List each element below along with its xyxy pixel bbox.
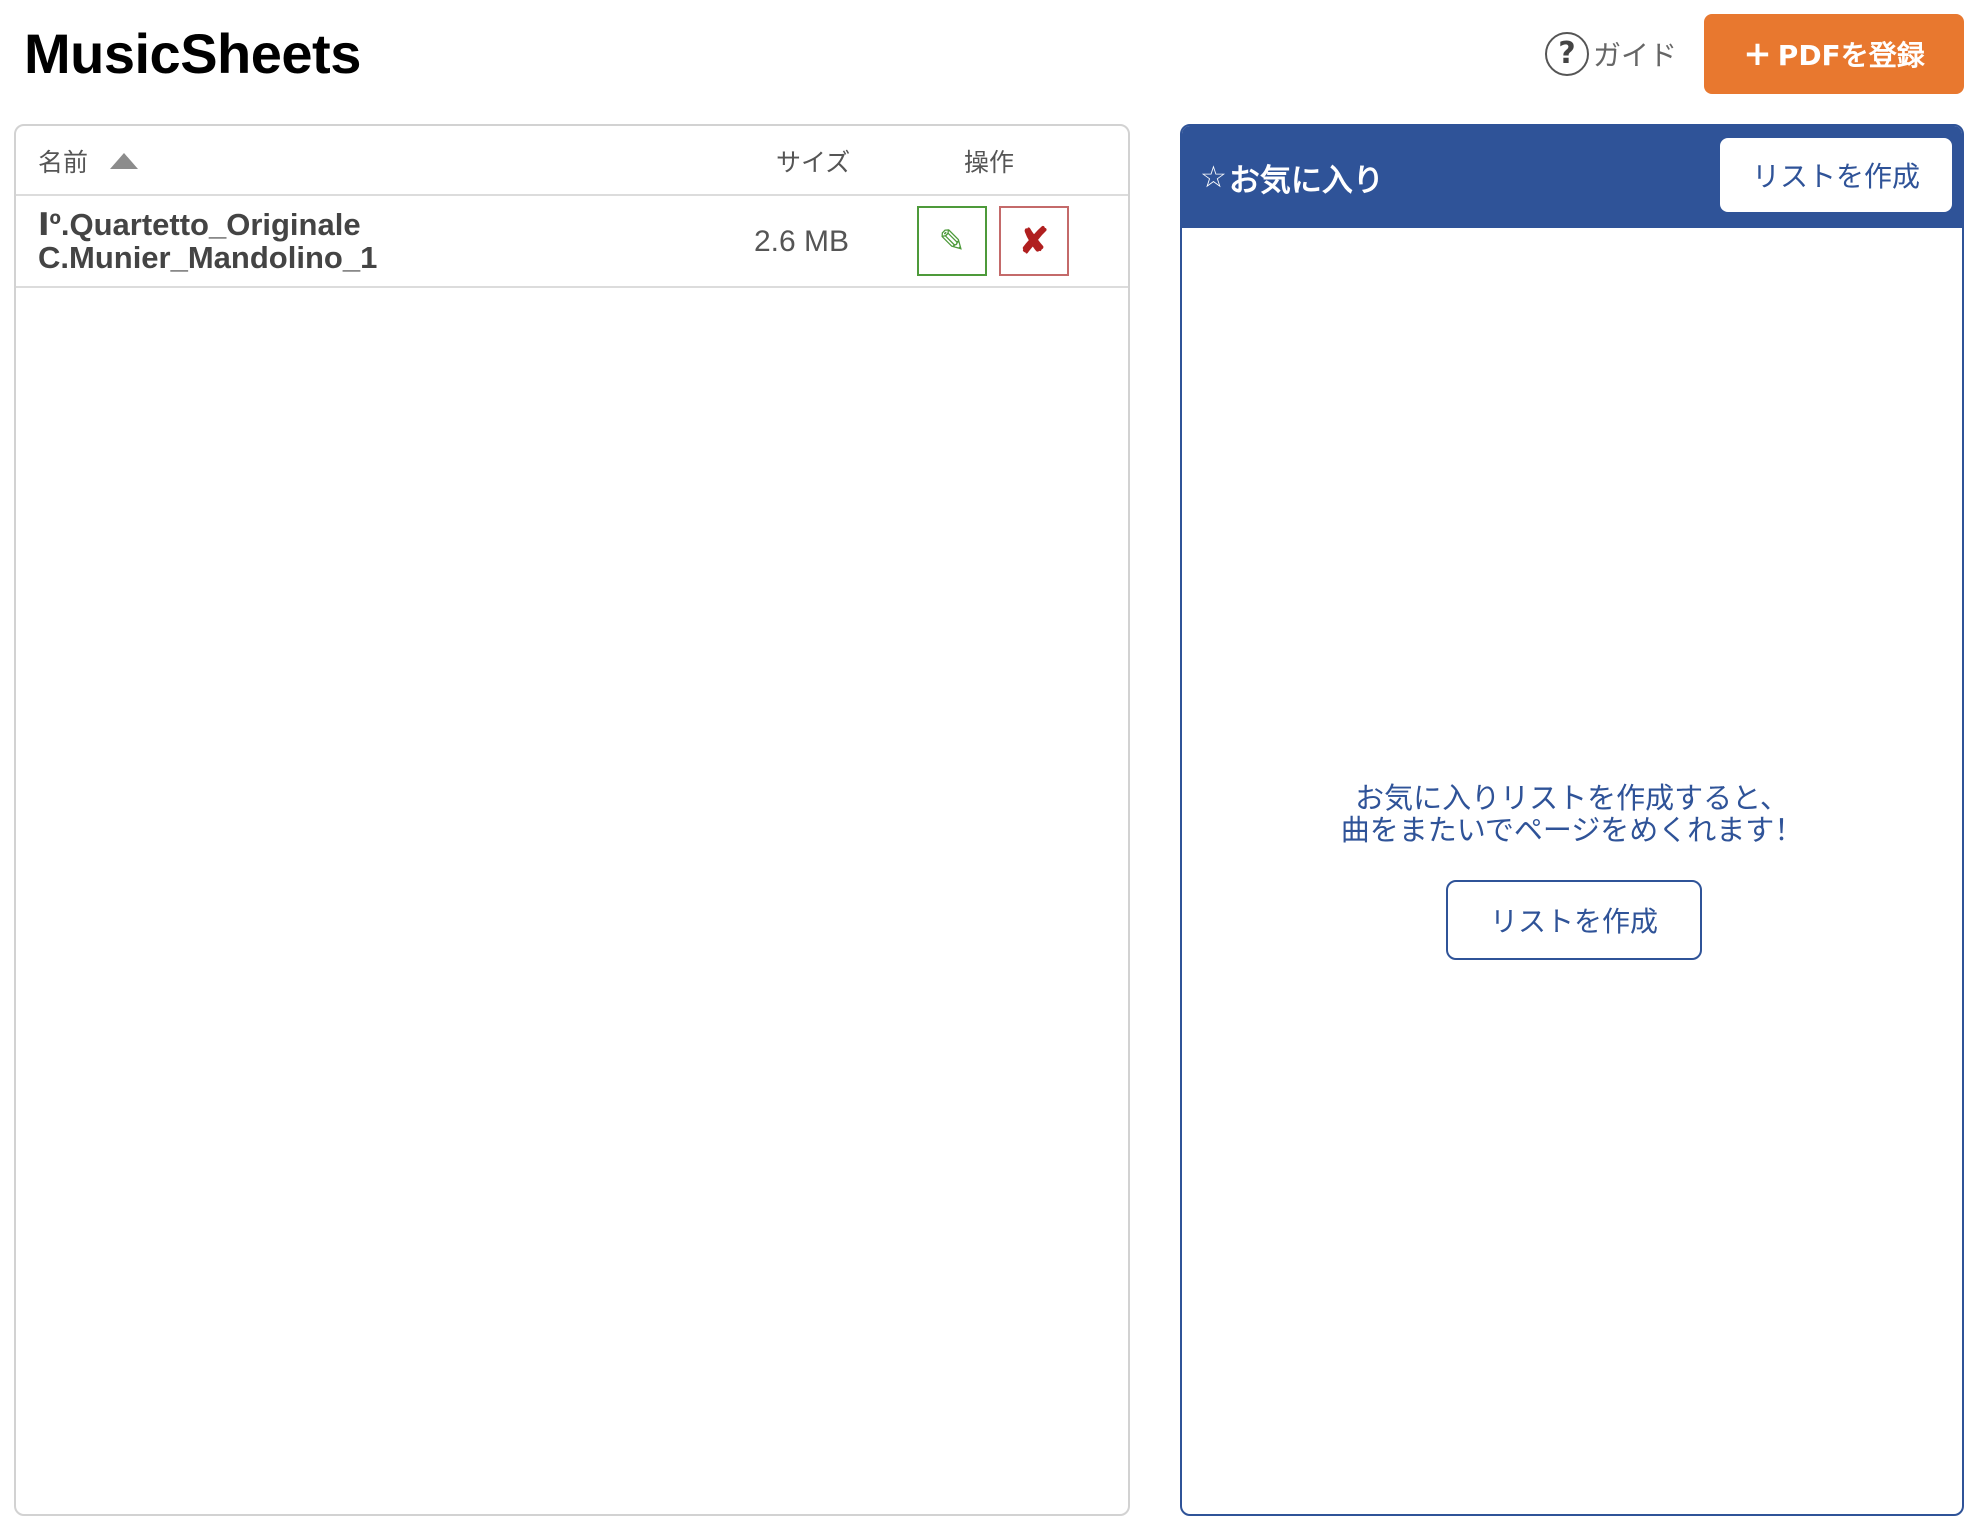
file-name-line-2: C.Munier_Mandolino_1 xyxy=(38,240,378,275)
favorites-header: ☆ お気に入り リストを作成 xyxy=(1182,126,1962,228)
question-circle-icon: ? xyxy=(1545,32,1589,76)
favorites-title: ☆ お気に入り xyxy=(1200,126,1384,228)
table-row[interactable]: Ⅰº.Quartetto_Originale C.Munier_Mandolin… xyxy=(16,196,1128,288)
plus-icon: + xyxy=(1743,34,1772,74)
app-root: MusicSheets ? ガイド + PDFを登録 名前 サイズ 操作 Ⅰº.… xyxy=(0,0,1978,1522)
create-list-button[interactable]: リストを作成 xyxy=(1446,880,1702,960)
favorites-empty-message-line-2: 曲をまたいでページをめくれます！ xyxy=(1340,813,1804,847)
star-icon: ☆ xyxy=(1200,159,1227,195)
file-name[interactable]: Ⅰº.Quartetto_Originale C.Munier_Mandolin… xyxy=(38,208,718,274)
create-list-header-button[interactable]: リストを作成 xyxy=(1720,138,1952,212)
column-header-name-label: 名前 xyxy=(38,148,89,177)
file-name-line-1: Ⅰº.Quartetto_Originale xyxy=(38,207,361,242)
guide-label: ガイド xyxy=(1593,39,1678,72)
favorites-empty-message: お気に入りリストを作成すると、 曲をまたいでページをめくれます！ xyxy=(1182,782,1962,846)
column-header-size: サイズ xyxy=(776,148,851,177)
favorites-title-label: お気に入り xyxy=(1228,162,1384,199)
guide-link[interactable]: ? ガイド xyxy=(1545,30,1677,78)
file-size: 2.6 MB xyxy=(754,225,850,258)
app-title: MusicSheets xyxy=(24,22,361,85)
edit-button[interactable]: ✎ xyxy=(917,206,987,276)
file-list-panel: 名前 サイズ 操作 Ⅰº.Quartetto_Originale C.Munie… xyxy=(14,124,1130,1516)
delete-button[interactable]: ✘ xyxy=(999,206,1069,276)
favorites-panel: ☆ お気に入り リストを作成 お気に入りリストを作成すると、 曲をまたいでページ… xyxy=(1180,124,1964,1516)
favorites-empty-message-line-1: お気に入りリストを作成すると、 xyxy=(1355,781,1789,815)
add-pdf-label: PDFを登録 xyxy=(1777,39,1925,72)
cross-icon: ✘ xyxy=(1018,220,1050,261)
add-pdf-button[interactable]: + PDFを登録 xyxy=(1704,14,1964,94)
column-header-operations: 操作 xyxy=(964,148,1015,177)
sort-ascending-icon xyxy=(110,153,139,169)
column-header-name[interactable]: 名前 xyxy=(38,126,139,196)
file-table-header: 名前 サイズ 操作 xyxy=(16,126,1128,196)
pencil-icon: ✎ xyxy=(938,223,966,259)
